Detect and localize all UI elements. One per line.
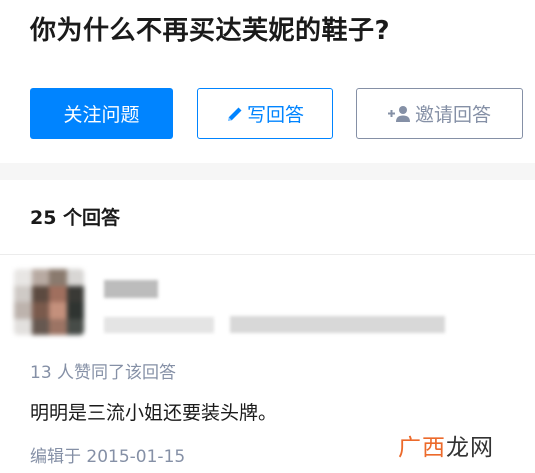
- follow-question-button[interactable]: 关注问题: [30, 88, 173, 139]
- pencil-icon: [226, 105, 244, 123]
- follow-question-label: 关注问题: [63, 104, 140, 126]
- write-answer-label: 写回答: [246, 104, 304, 126]
- answer-content: 明明是三流小姐还要装头牌。: [30, 402, 278, 424]
- divider: [0, 254, 535, 255]
- watermark-part2: 龙网: [446, 435, 494, 461]
- author-name[interactable]: [104, 280, 158, 298]
- invite-answer-label: 邀请回答: [414, 104, 491, 126]
- avatar[interactable]: [14, 269, 84, 335]
- question-title: 你为什么不再买达芙妮的鞋子?: [30, 16, 391, 46]
- question-card: 你为什么不再买达芙妮的鞋子? 关注问题 写回答 邀请回答: [0, 0, 535, 163]
- author-bio-extra: [230, 316, 445, 333]
- watermark-part1: 广西: [398, 435, 446, 461]
- edit-timestamp[interactable]: 编辑于 2015-01-15: [30, 442, 185, 467]
- vote-count-text: 13 人赞同了该回答: [30, 363, 177, 383]
- invite-answer-button[interactable]: 邀请回答: [356, 88, 523, 139]
- author-bio: [104, 317, 214, 333]
- write-answer-button[interactable]: 写回答: [197, 88, 333, 139]
- answer-count: 25 个回答: [30, 207, 121, 229]
- add-person-icon: [387, 105, 412, 123]
- site-watermark: 广西龙网: [398, 428, 494, 462]
